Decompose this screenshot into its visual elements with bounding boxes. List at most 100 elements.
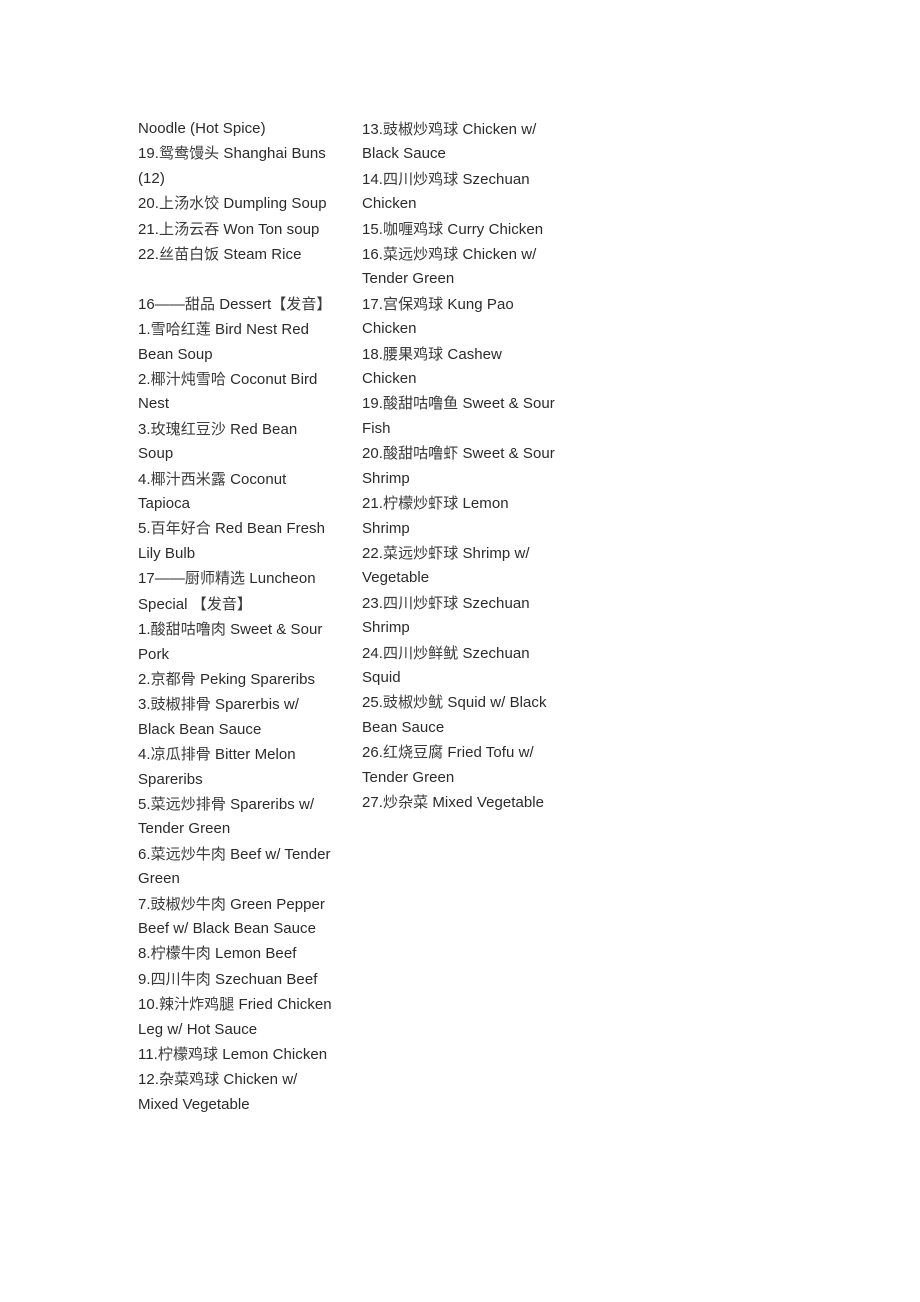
item-name-chinese: 柠檬牛肉 xyxy=(150,944,211,963)
item-name-english: Peking Spareribs xyxy=(195,670,316,688)
item-name-chinese: 炒杂菜 xyxy=(383,792,429,811)
item-name-chinese: 辣汁炸鸡腿 xyxy=(159,995,235,1014)
item-name-chinese: 玫瑰红豆沙 xyxy=(150,419,226,438)
menu-page: Noodle (Hot Spice) 19.鸳鸯馒头 Shanghai Buns … xyxy=(0,0,920,1302)
menu-item-line: 16.菜远炒鸡球 Chicken w/ Tender Green xyxy=(362,242,558,292)
menu-item-line: 14.四川炒鸡球 Szechuan Chicken xyxy=(362,167,558,217)
item-number: 10. xyxy=(138,996,160,1014)
menu-item-line: 13.豉椒炒鸡球 Chicken w/ Black Sauce xyxy=(362,117,558,167)
item-number: 21. xyxy=(362,495,384,513)
menu-item-line: 1.雪哈红莲 Bird Nest Red Bean Soup xyxy=(138,317,334,367)
item-name-chinese: 酸甜咕噜肉 xyxy=(150,620,226,639)
menu-item-line: 2.京都骨 Peking Spareribs xyxy=(138,667,334,692)
item-number: 25. xyxy=(362,694,384,712)
item-name-chinese: 椰汁炖雪哈 xyxy=(150,370,226,389)
item-name-chinese: 宫保鸡球 xyxy=(383,294,444,313)
menu-item-line: 20.上汤水饺 Dumpling Soup xyxy=(138,191,334,216)
item-number: 11. xyxy=(138,1046,158,1064)
item-name-chinese: 上汤水饺 xyxy=(159,194,220,213)
item-number: 5. xyxy=(138,520,151,538)
item-number: 3. xyxy=(138,696,151,714)
item-number: 6. xyxy=(138,845,151,863)
menu-item-line: 1.酸甜咕噜肉 Sweet & Sour Pork xyxy=(138,617,334,667)
item-name-chinese: 鸳鸯馒头 xyxy=(159,144,220,163)
menu-item-line: 19.鸳鸯馒头 Shanghai Buns (12) xyxy=(138,141,334,191)
left-column: Noodle (Hot Spice) 19.鸳鸯馒头 Shanghai Buns … xyxy=(138,117,334,1117)
item-number: 21. xyxy=(138,220,160,238)
item-number: 18. xyxy=(362,345,384,363)
menu-item-line: 20.酸甜咕噜虾 Sweet & Sour Shrimp xyxy=(362,441,558,491)
menu-item-line: 24.四川炒鲜鱿 Szechuan Squid xyxy=(362,641,558,691)
menu-item-line: 3.豉椒排骨 Sparerbis w/ Black Bean Sauce xyxy=(138,692,334,742)
menu-item-line: 11.柠檬鸡球 Lemon Chicken xyxy=(138,1042,334,1067)
menu-section-heading: 16——甜品 Dessert【发音】 xyxy=(138,292,334,317)
item-number: 23. xyxy=(362,594,384,612)
item-number: 26. xyxy=(362,744,384,762)
item-number: 14. xyxy=(362,170,384,188)
item-number: 19. xyxy=(138,145,160,163)
menu-item-line: 5.菜远炒排骨 Spareribs w/ Tender Green xyxy=(138,792,334,842)
item-number: 20. xyxy=(362,445,384,463)
item-number: 17—— xyxy=(138,570,185,588)
menu-item-line: 26.红烧豆腐 Fried Tofu w/ Tender Green xyxy=(362,740,558,790)
menu-item-line: 5.百年好合 Red Bean Fresh Lily Bulb xyxy=(138,516,334,566)
item-number: 5. xyxy=(138,795,151,813)
item-name-chinese: 菜远炒排骨 xyxy=(150,794,226,813)
menu-item-line: 3.玫瑰红豆沙 Red Bean Soup xyxy=(138,417,334,467)
item-name-chinese: 酸甜咕噜鱼 xyxy=(383,394,459,413)
item-name-english: Steam Rice xyxy=(219,246,302,264)
item-name-chinese: 柠檬鸡球 xyxy=(157,1045,219,1064)
item-name-chinese: 凉瓜排骨 xyxy=(150,745,211,764)
menu-item-line: 27.炒杂菜 Mixed Vegetable xyxy=(362,790,558,815)
item-number: 13. xyxy=(362,121,384,138)
item-number: 24. xyxy=(362,644,384,662)
item-annotation-chinese: 【发音】 xyxy=(191,594,252,613)
item-name-chinese: 椰汁西米露 xyxy=(150,469,226,488)
item-name-chinese: 百年好合 xyxy=(150,519,211,538)
item-name-chinese: 厨师精选 xyxy=(184,569,246,588)
item-name-chinese: 菜远炒牛肉 xyxy=(150,844,226,863)
item-name-chinese: 红烧豆腐 xyxy=(383,743,444,762)
item-name-chinese: 菜远炒虾球 xyxy=(383,543,459,562)
item-name-chinese: 柠檬炒虾球 xyxy=(383,494,459,513)
item-number: 22. xyxy=(362,544,384,562)
menu-item-line: 21.柠檬炒虾球 Lemon Shrimp xyxy=(362,491,558,541)
item-number: 3. xyxy=(138,420,151,438)
item-name-chinese: 菜远炒鸡球 xyxy=(383,245,459,264)
item-name-chinese: 京都骨 xyxy=(150,669,196,688)
menu-item-line: 25.豉椒炒鱿 Squid w/ Black Bean Sauce xyxy=(362,690,558,740)
menu-item-line: 21.上汤云吞 Won Ton soup xyxy=(138,217,334,242)
item-name-chinese: 丝苗白饭 xyxy=(159,245,220,264)
item-name-chinese: 四川炒虾球 xyxy=(383,593,459,612)
menu-item-line: 9.四川牛肉 Szechuan Beef xyxy=(138,967,334,992)
item-name-chinese: 豉椒炒鸡球 xyxy=(383,120,459,138)
item-name-english: Lemon Chicken xyxy=(218,1046,328,1064)
item-name-chinese: 腰果鸡球 xyxy=(383,344,444,363)
menu-section-heading: 17——厨师精选 Luncheon Special 【发音】 xyxy=(138,566,334,617)
item-name-english: Dumpling Soup xyxy=(219,195,327,213)
item-number: 20. xyxy=(138,195,160,213)
item-number: 19. xyxy=(362,395,384,413)
item-name-english: Lemon Beef xyxy=(210,945,297,963)
item-number: 27. xyxy=(362,793,384,811)
item-number: 1. xyxy=(138,321,151,339)
menu-item-line: 23.四川炒虾球 Szechuan Shrimp xyxy=(362,591,558,641)
item-name-chinese: 杂菜鸡球 xyxy=(159,1070,220,1089)
menu-item-line: 17.宫保鸡球 Kung Pao Chicken xyxy=(362,292,558,342)
item-name-chinese: 豉椒炒鱿 xyxy=(383,693,444,712)
item-number: 2. xyxy=(138,371,151,389)
menu-item-line: 15.咖喱鸡球 Curry Chicken xyxy=(362,217,558,242)
item-name-chinese: 四川炒鸡球 xyxy=(383,169,459,188)
item-name-chinese: 上汤云吞 xyxy=(159,219,220,238)
item-number: 16. xyxy=(362,246,384,264)
item-name-english: Won Ton soup xyxy=(219,220,320,238)
item-number: 22. xyxy=(138,246,160,264)
item-name-english: Mixed Vegetable xyxy=(428,793,545,811)
item-annotation-chinese: 【发音】 xyxy=(271,294,332,313)
item-number: 9. xyxy=(138,970,151,988)
right-column: 13.豉椒炒鸡球 Chicken w/ Black Sauce 14.四川炒鸡球 … xyxy=(362,117,558,815)
item-name-english: Dessert xyxy=(215,295,272,313)
item-name-chinese: 雪哈红莲 xyxy=(150,320,211,339)
menu-item-line: 12.杂菜鸡球 Chicken w/ Mixed Vegetable xyxy=(138,1067,334,1117)
